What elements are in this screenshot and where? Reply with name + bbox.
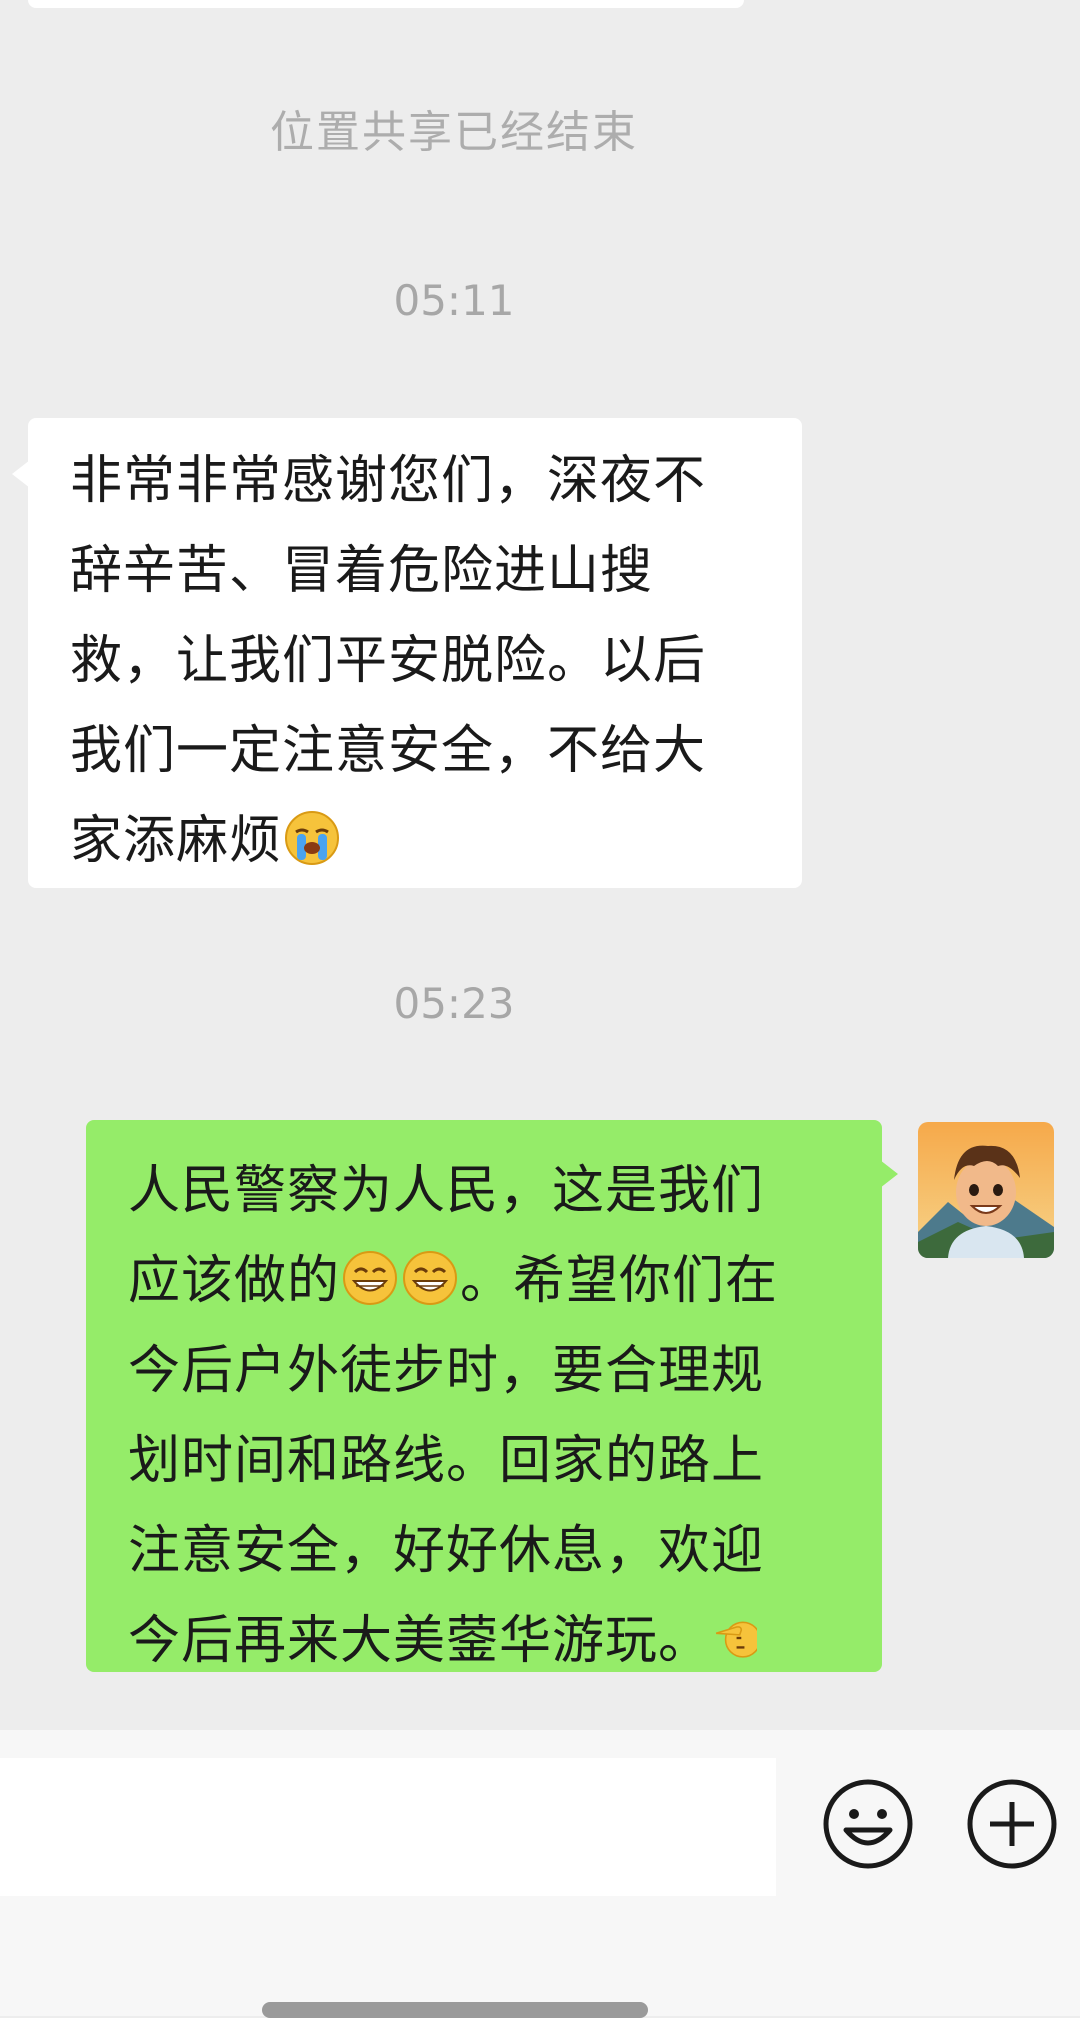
message-line-last: 家添麻烦 [70,796,772,886]
message-line-with-emoji: 应该做的 。希望你们在 [128,1236,862,1326]
message-line: 家添麻烦 [70,811,283,871]
grin-emoji-icon [403,1251,458,1305]
salute-emoji-icon [715,1621,758,1658]
previous-message-bubble [28,0,744,8]
message-timestamp: 05:23 [393,979,515,1028]
message-line: 划时间和路线。回家的路上 [128,1431,765,1491]
message-line: 应该做的 [128,1251,341,1311]
message-line: 今后户外徒步时，要合理规 [128,1341,765,1401]
message-line-last: 今后再来大美蓥华游玩。 [128,1596,862,1686]
crying-emoji-icon [285,811,340,865]
message-line: 注意安全，好好休息，欢迎 [128,1521,765,1581]
message-line: 。希望你们在 [460,1251,779,1311]
location-sharing-ended-notice: 位置共享已经结束 [270,107,638,158]
message-line: 人民警察为人民，这是我们 [128,1161,765,1221]
message-line: 救，让我们平安脱险。以后 [70,631,707,691]
emoji-face-icon[interactable] [820,1776,916,1872]
grin-emoji-icon [343,1251,398,1305]
avatar-image [918,1122,1054,1258]
chat-input-bar [0,1730,1080,2016]
message-line: 我们一定注意安全，不给大 [70,721,707,781]
message-line: 非常非常感谢您们，深夜不 [70,451,707,511]
outgoing-message-bubble[interactable]: 人民警察为人民，这是我们 应该做的 。希望你们在 今后户外徒步时，要合理规 划时… [86,1120,898,1672]
plus-circle-icon[interactable] [964,1776,1060,1872]
message-line: 辞辛苦、冒着危险进山搜 [70,541,654,601]
incoming-message-bubble[interactable]: 非常非常感谢您们，深夜不 辞辛苦、冒着危险进山搜 救，让我们平安脱险。以后 我们… [12,418,802,888]
avatar[interactable] [918,1122,1054,1258]
message-timestamp: 05:11 [393,276,515,325]
message-input[interactable] [0,1758,776,1896]
message-line: 今后再来大美蓥华游玩。 [128,1611,712,1671]
